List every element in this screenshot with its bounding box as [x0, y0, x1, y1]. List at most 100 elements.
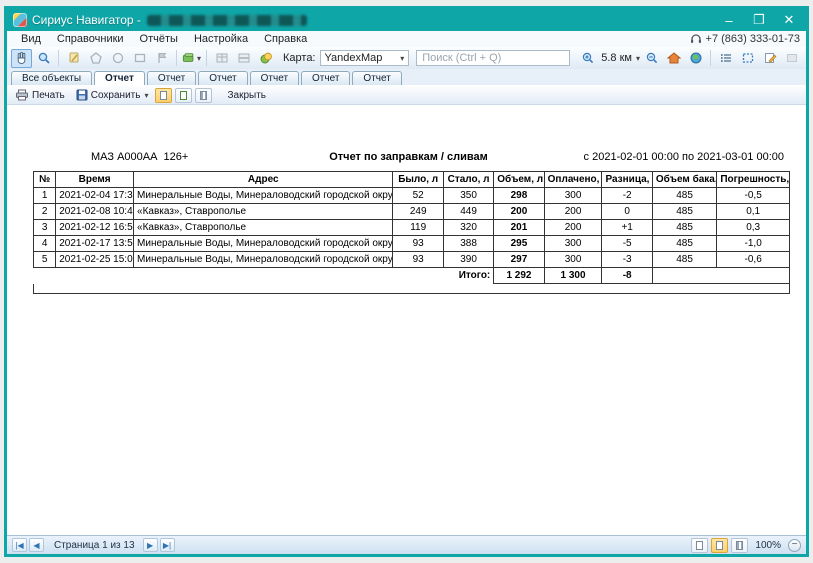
- tab-report-2[interactable]: Отчет: [147, 71, 196, 85]
- menu-directories[interactable]: Справочники: [49, 33, 132, 45]
- table-row[interactable]: 4 2021-02-17 13:53 Минеральные Воды, Мин…: [34, 236, 790, 252]
- draw-rectangle-button[interactable]: [129, 49, 150, 68]
- menu-view[interactable]: Вид: [13, 33, 49, 45]
- zoom-tool-button[interactable]: [33, 49, 54, 68]
- totals-paid: 1 300: [544, 268, 602, 284]
- toolbar-separator: [710, 50, 711, 66]
- zoom-in-button[interactable]: [577, 49, 598, 68]
- cell-error: -0,5: [717, 188, 790, 204]
- single-page-icon: [160, 91, 167, 100]
- view-multi-page-button[interactable]: [195, 88, 212, 103]
- zoom-out-status-button[interactable]: −: [788, 539, 801, 552]
- close-report-label: Закрыть: [227, 90, 266, 101]
- draw-pencil-button[interactable]: [63, 49, 84, 68]
- printer-icon: [15, 89, 29, 101]
- home-button[interactable]: [663, 49, 684, 68]
- cell-address: «Кавказ», Ставрополье: [134, 220, 393, 236]
- draw-polygon-button[interactable]: [85, 49, 106, 68]
- print-button-label: Печать: [32, 90, 65, 101]
- cell-address: Минеральные Воды, Минераловодский городс…: [134, 236, 393, 252]
- tab-report-3[interactable]: Отчет: [198, 71, 247, 85]
- flag-marker-button[interactable]: [151, 49, 172, 68]
- cell-address: Минеральные Воды, Минераловодский городс…: [134, 252, 393, 268]
- cell-became: 390: [443, 252, 493, 268]
- totals-difference: -8: [602, 268, 652, 284]
- tab-all-objects[interactable]: Все объекты: [11, 71, 92, 85]
- totals-volume: 1 292: [494, 268, 544, 284]
- col-paid: Оплачено, л: [544, 172, 602, 188]
- totals-empty: [652, 268, 789, 284]
- prev-page-button[interactable]: ◀: [29, 538, 44, 552]
- menu-help[interactable]: Справка: [256, 33, 315, 45]
- menu-settings[interactable]: Настройка: [186, 33, 256, 45]
- tab-report-4[interactable]: Отчет: [250, 71, 299, 85]
- selection-rect-button[interactable]: [737, 49, 758, 68]
- cell-number: 4: [34, 236, 56, 252]
- cell-was: 249: [393, 204, 443, 220]
- col-difference: Разница, л: [602, 172, 652, 188]
- col-time: Время: [56, 172, 134, 188]
- vehicle-name: МАЗ А000АА 126+: [33, 151, 329, 163]
- tab-report-6[interactable]: Отчет: [352, 71, 401, 85]
- globe-button[interactable]: [685, 49, 706, 68]
- app-window: Сириус Навигатор - – ❐ ✕ Вид Справочники…: [4, 6, 809, 557]
- menu-reports[interactable]: Отчёты: [132, 33, 186, 45]
- print-button[interactable]: Печать: [11, 88, 69, 102]
- tab-report-5[interactable]: Отчет: [301, 71, 350, 85]
- cell-error: -0,6: [717, 252, 790, 268]
- window-title: Сириус Навигатор -: [32, 13, 141, 27]
- last-page-button[interactable]: ▶|: [160, 538, 175, 552]
- cell-became: 320: [443, 220, 493, 236]
- split-view-button[interactable]: [233, 49, 254, 68]
- layers-button[interactable]: ▾: [181, 49, 202, 68]
- close-button[interactable]: ✕: [774, 10, 804, 30]
- scale-dropdown-caret[interactable]: ▾: [636, 54, 640, 63]
- view-single-page-button[interactable]: [155, 88, 172, 103]
- tab-bar: Все объекты Отчет Отчет Отчет Отчет Отче…: [7, 69, 806, 85]
- draw-circle-button[interactable]: [107, 49, 128, 68]
- view-fit-page-button[interactable]: [175, 88, 192, 103]
- main-toolbar: ▾ Карта: YandexMap ▾ 5.8 км ▾: [7, 47, 806, 69]
- first-page-button[interactable]: |◀: [12, 538, 27, 552]
- tab-report-active[interactable]: Отчет: [94, 71, 145, 85]
- view-thumbnails-button[interactable]: [731, 538, 748, 553]
- totals-row: Итого: 1 292 1 300 -8: [34, 268, 790, 284]
- cell-time: 2021-02-25 15:01: [56, 252, 134, 268]
- table-row[interactable]: 5 2021-02-25 15:01 Минеральные Воды, Мин…: [34, 252, 790, 268]
- view-normal-button[interactable]: [691, 538, 708, 553]
- map-label: Карта:: [283, 52, 316, 64]
- save-dropdown-caret[interactable]: ▾: [144, 91, 148, 100]
- pan-hand-tool-button[interactable]: [11, 49, 32, 68]
- next-page-button[interactable]: ▶: [143, 538, 158, 552]
- cell-difference: 0: [602, 204, 652, 220]
- zoom-out-button[interactable]: [641, 49, 662, 68]
- table-row[interactable]: 3 2021-02-12 16:57 «Кавказ», Ставрополье…: [34, 220, 790, 236]
- headset-icon: [690, 33, 702, 45]
- report-header: МАЗ А000АА 126+ Отчет по заправкам / сли…: [33, 151, 784, 163]
- table-row[interactable]: 1 2021-02-04 17:39 Минеральные Воды, Мин…: [34, 188, 790, 204]
- maximize-button[interactable]: ❐: [744, 10, 774, 30]
- toolbar-separator: [206, 50, 207, 66]
- minimize-button[interactable]: –: [714, 10, 744, 30]
- page-layout-icon: [716, 541, 723, 550]
- grid-view-button[interactable]: [211, 49, 232, 68]
- list-button[interactable]: [715, 49, 736, 68]
- map-scale-value[interactable]: 5.8 км: [601, 52, 632, 64]
- fuel-report-table: № Время Адрес Было, л Стало, л Объем, л …: [33, 171, 790, 294]
- fit-page-icon: [180, 91, 187, 100]
- cell-number: 5: [34, 252, 56, 268]
- toolbar-separator: [176, 50, 177, 66]
- cell-difference: +1: [602, 220, 652, 236]
- view-page-layout-button[interactable]: [711, 538, 728, 553]
- layers-dropdown-caret[interactable]: ▾: [197, 54, 201, 63]
- save-button[interactable]: Сохранить ▾: [72, 88, 153, 102]
- cell-time: 2021-02-17 13:53: [56, 236, 134, 252]
- table-row[interactable]: 2 2021-02-08 10:48 «Кавказ», Ставрополье…: [34, 204, 790, 220]
- multi-page-icon: [200, 91, 207, 100]
- edit-note-button[interactable]: [759, 49, 780, 68]
- coins-button[interactable]: [255, 49, 276, 68]
- chevron-down-icon: ▾: [400, 54, 404, 63]
- search-input[interactable]: [416, 50, 570, 66]
- map-provider-select[interactable]: YandexMap ▾: [320, 50, 410, 66]
- close-report-button[interactable]: Закрыть: [223, 89, 270, 102]
